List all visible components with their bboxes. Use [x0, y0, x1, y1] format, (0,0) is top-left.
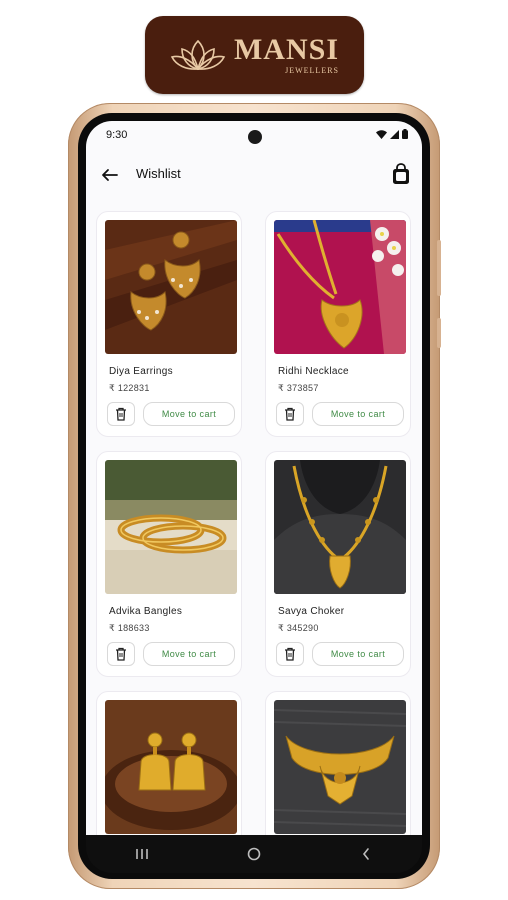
app-screen: 9:30 Wishlist Diya Earrings ₹ 122831 Mov… [86, 121, 422, 835]
navigation-bar [86, 835, 422, 873]
wishlist-card[interactable] [96, 691, 242, 835]
remove-button[interactable] [276, 402, 304, 426]
product-price: ₹ 122831 [109, 383, 150, 393]
brand-name: MANSI [233, 32, 339, 66]
signal-icon [390, 129, 399, 139]
chevron-left-icon [362, 848, 369, 860]
remove-button[interactable] [107, 402, 135, 426]
move-to-cart-button[interactable]: Move to cart [143, 642, 235, 666]
product-price: ₹ 345290 [278, 623, 319, 633]
trash-icon [285, 647, 295, 661]
app-bar: Wishlist [86, 157, 422, 193]
wishlist-card[interactable] [265, 691, 411, 835]
recents-icon [136, 849, 148, 859]
trash-icon [285, 407, 295, 421]
product-name[interactable]: Advika Bangles [109, 606, 182, 617]
product-image[interactable] [105, 460, 237, 594]
back-arrow-icon[interactable] [100, 165, 120, 185]
wishlist-card[interactable]: Ridhi Necklace ₹ 373857 Move to cart [265, 211, 411, 437]
product-image[interactable] [105, 700, 237, 834]
back-button[interactable] [346, 839, 386, 869]
product-name[interactable]: Diya Earrings [109, 366, 173, 377]
remove-button[interactable] [107, 642, 135, 666]
trash-icon [116, 647, 126, 661]
product-name[interactable]: Savya Choker [278, 606, 344, 617]
wishlist-card[interactable]: Advika Bangles ₹ 188633 Move to cart [96, 451, 242, 677]
product-image[interactable] [274, 700, 406, 834]
product-image[interactable] [274, 220, 406, 354]
battery-icon [402, 129, 408, 139]
wishlist-card[interactable]: Diya Earrings ₹ 122831 Move to cart [96, 211, 242, 437]
status-icons [376, 129, 408, 139]
brand-subtitle: JEWELLERS [285, 65, 339, 75]
page-title: Wishlist [136, 166, 181, 181]
trash-icon [116, 407, 126, 421]
product-price: ₹ 373857 [278, 383, 319, 393]
power-button [437, 318, 441, 348]
shopping-bag-icon[interactable] [390, 162, 412, 186]
front-camera [248, 130, 262, 144]
move-to-cart-button[interactable]: Move to cart [312, 402, 404, 426]
status-bar: 9:30 [86, 121, 422, 149]
lotus-icon [170, 39, 226, 71]
product-image[interactable] [105, 220, 237, 354]
home-icon [247, 847, 261, 861]
move-to-cart-button[interactable]: Move to cart [143, 402, 235, 426]
status-time: 9:30 [106, 129, 128, 141]
move-to-cart-button[interactable]: Move to cart [312, 642, 404, 666]
product-image[interactable] [274, 460, 406, 594]
wishlist-card[interactable]: Savya Choker ₹ 345290 Move to cart [265, 451, 411, 677]
product-price: ₹ 188633 [109, 623, 150, 633]
product-name[interactable]: Ridhi Necklace [278, 366, 349, 377]
home-button[interactable] [234, 839, 274, 869]
volume-button [437, 240, 441, 296]
wifi-icon [376, 129, 387, 139]
recents-button[interactable] [122, 839, 162, 869]
remove-button[interactable] [276, 642, 304, 666]
brand-logo: MANSI JEWELLERS [145, 16, 364, 94]
